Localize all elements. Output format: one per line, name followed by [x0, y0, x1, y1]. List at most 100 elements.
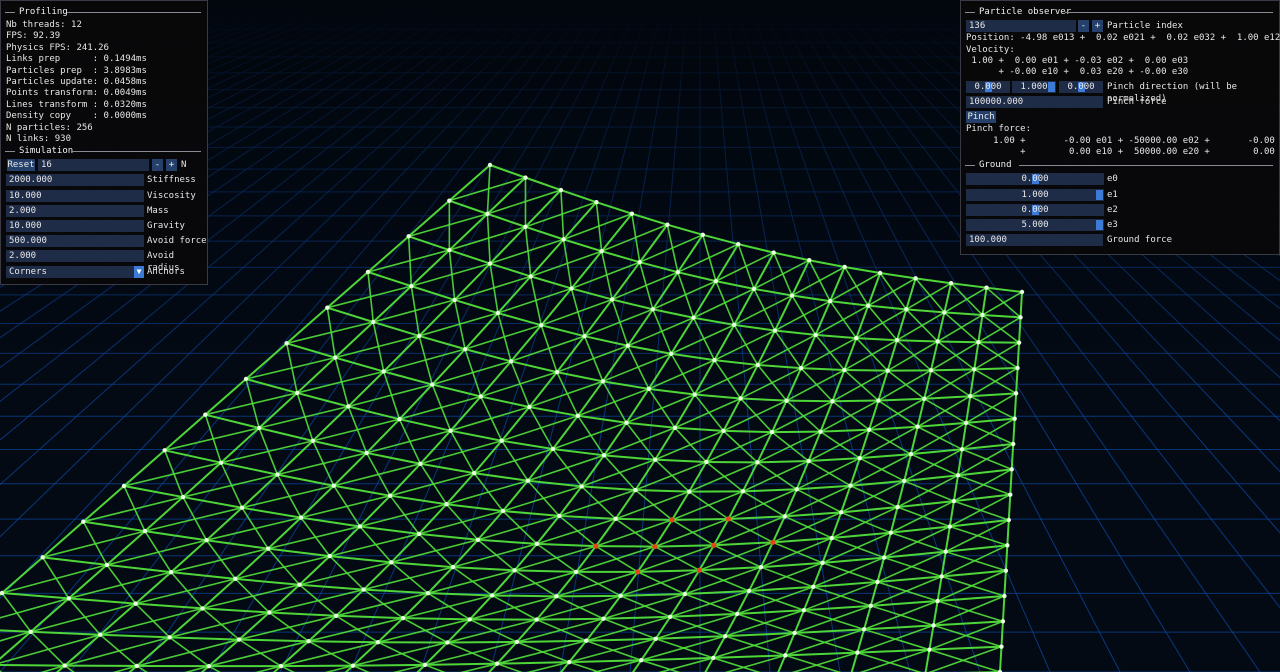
particle-index-decrement-button[interactable]: - — [1078, 20, 1089, 32]
mesh-link — [575, 545, 656, 573]
pinch-direction-slider-1[interactable]: 1.000 — [1012, 80, 1056, 93]
slider-grab-handle[interactable] — [1096, 220, 1103, 231]
pinched-particle — [669, 517, 675, 523]
particle — [888, 530, 894, 535]
n-decrement-button[interactable]: - — [152, 159, 163, 172]
particle — [789, 293, 795, 298]
particle — [738, 396, 743, 401]
n-increment-button[interactable]: + — [166, 159, 177, 172]
mesh-link — [170, 547, 269, 573]
particle — [233, 576, 238, 582]
particle — [534, 541, 540, 547]
pinch-force-input[interactable]: 100000.000 — [966, 95, 1103, 108]
particle — [601, 453, 607, 458]
particle — [243, 376, 249, 382]
pinch-force-label: Pinch force — [1107, 96, 1167, 107]
particle — [375, 639, 381, 645]
avoid-radius-input[interactable]: 2.000 — [6, 250, 144, 263]
mesh-link — [333, 463, 421, 487]
ground-e3-slider[interactable]: 5.000 — [966, 219, 1104, 232]
mesh-link — [100, 633, 170, 639]
particle — [668, 351, 674, 356]
particle — [346, 404, 351, 409]
ground-e1-slider[interactable]: 1.000 — [966, 188, 1104, 201]
pinch-direction-slider-0[interactable]: 0.000 — [966, 80, 1010, 93]
mesh-link — [235, 577, 300, 586]
stiffness-input[interactable]: 2000.000 — [6, 174, 144, 187]
mesh-link — [857, 648, 930, 654]
particle — [133, 601, 138, 606]
profiling-panel[interactable]: Profiling Nb threads: 12 FPS: 92.39 Physic… — [0, 0, 208, 285]
mesh-link — [329, 555, 392, 564]
viscosity-input[interactable]: 10.000 — [6, 189, 144, 202]
slider-grab-handle[interactable] — [1096, 189, 1103, 200]
particle — [495, 310, 501, 316]
particle — [1012, 416, 1017, 421]
particle-index-input[interactable]: 136 — [966, 20, 1076, 32]
anchors-row: Corners ▼ Anchors — [1, 264, 207, 279]
particle — [734, 611, 740, 617]
gravity-input[interactable]: 10.000 — [6, 220, 144, 233]
mesh-link — [640, 659, 681, 672]
observer-title: Particle observer — [979, 7, 1072, 17]
ground-force-input[interactable]: 100.000 — [966, 234, 1103, 247]
particle — [820, 560, 825, 566]
particle — [558, 187, 564, 193]
ground-e0-slider[interactable]: 0.000 — [966, 173, 1104, 186]
particle — [447, 247, 452, 253]
ground-e2-slider[interactable]: 0.000 — [966, 203, 1104, 216]
particle — [162, 448, 167, 453]
n-input[interactable]: 16 — [38, 159, 149, 172]
chevron-down-icon[interactable]: ▼ — [134, 265, 144, 278]
particle — [561, 237, 566, 242]
particle — [959, 447, 965, 452]
mesh-link — [952, 475, 959, 502]
reset-button[interactable]: Reset — [7, 159, 35, 172]
particle — [298, 515, 304, 520]
particle — [557, 513, 562, 519]
particle — [758, 564, 764, 570]
mesh-link — [329, 533, 420, 557]
mesh-link — [863, 605, 872, 630]
particle — [573, 569, 579, 575]
profiling-stat-line: Particles prep : 3.8983ms — [6, 65, 147, 76]
ground-e1-label: e1 — [1107, 189, 1118, 200]
profiling-stat-line: Lines transform : 0.0320ms — [6, 99, 147, 110]
particle — [1003, 568, 1009, 573]
pinch-direction-slider-2[interactable]: 0.000 — [1059, 80, 1103, 93]
particle — [866, 427, 872, 432]
mesh-link — [654, 430, 724, 461]
slider-grab-handle[interactable] — [1048, 81, 1055, 92]
anchors-select[interactable]: Corners — [6, 265, 134, 278]
mesh-link — [559, 514, 616, 520]
ground-e2-label: e2 — [1107, 204, 1118, 215]
particle — [256, 425, 262, 431]
mesh-link — [850, 652, 859, 672]
mesh-link — [269, 611, 337, 617]
particle — [807, 258, 812, 263]
ground-e1-row: 1.000 e1 — [961, 187, 1279, 202]
particle — [751, 286, 757, 292]
particle-index-increment-button[interactable]: + — [1092, 20, 1103, 32]
particle — [523, 224, 528, 230]
particle — [327, 553, 332, 559]
mesh-link — [808, 457, 860, 463]
particle — [650, 307, 656, 312]
particle — [732, 322, 737, 328]
mass-input[interactable]: 2.000 — [6, 204, 144, 217]
mesh-link — [936, 576, 943, 602]
mesh-link — [756, 431, 773, 463]
profiling-stat-line: N particles: 256 — [6, 122, 93, 133]
n-label: N — [181, 160, 187, 171]
particle — [798, 365, 804, 371]
avoid-force-input[interactable]: 500.000 — [6, 235, 144, 248]
mesh-link — [144, 530, 207, 542]
mesh-link — [202, 607, 270, 614]
particle — [425, 590, 431, 596]
pinch-button[interactable]: Pinch — [966, 111, 996, 124]
particle-observer-panel[interactable]: Particle observer 136 - + Particle index… — [960, 0, 1280, 255]
particle — [1000, 619, 1006, 624]
mesh-link — [635, 461, 707, 491]
particle — [448, 428, 453, 433]
particle — [81, 519, 86, 524]
